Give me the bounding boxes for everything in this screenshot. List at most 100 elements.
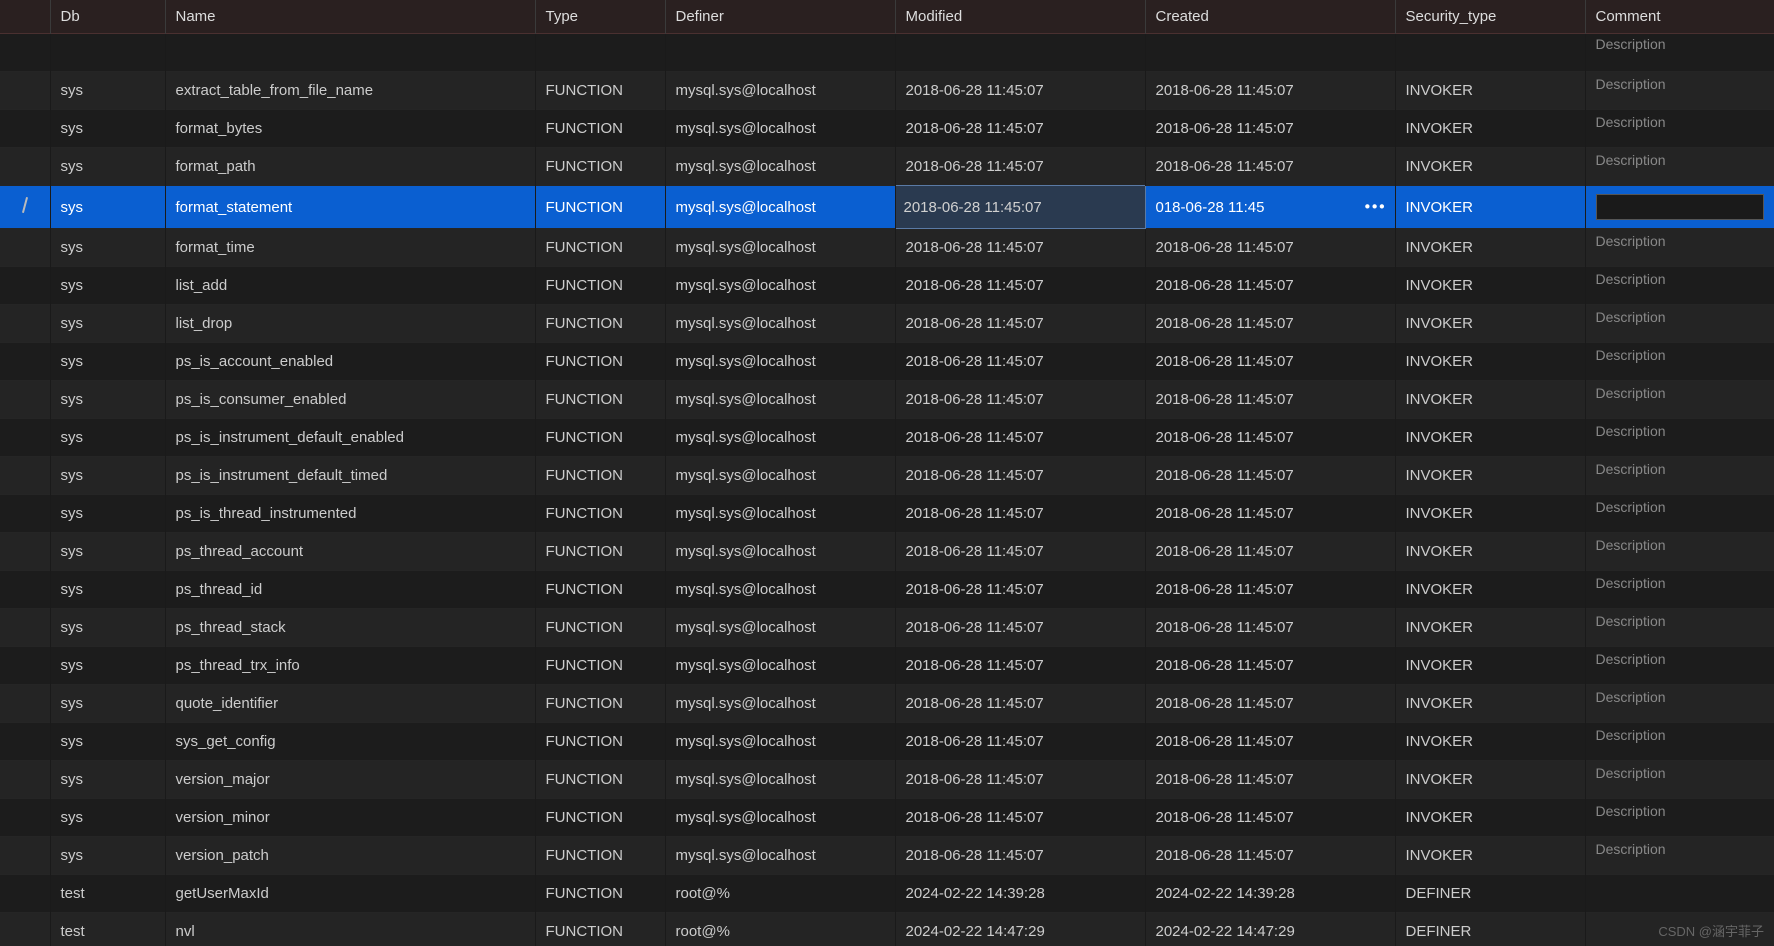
cell-db[interactable]: sys (50, 837, 165, 875)
row-gutter[interactable] (0, 685, 50, 723)
cell-created[interactable]: 2018-06-28 11:45:07 (1145, 761, 1395, 799)
cell-db[interactable]: sys (50, 761, 165, 799)
cell-security-type[interactable]: INVOKER (1395, 267, 1585, 305)
cell-name[interactable]: format_bytes (165, 110, 535, 148)
cell-db[interactable]: sys (50, 148, 165, 186)
cell-name[interactable]: ps_is_consumer_enabled (165, 381, 535, 419)
cell-comment[interactable]: Description (1585, 229, 1774, 267)
row-gutter[interactable] (0, 343, 50, 381)
header-db[interactable]: Db (50, 0, 165, 34)
cell-db[interactable]: sys (50, 571, 165, 609)
cell-name[interactable]: list_drop (165, 305, 535, 343)
row-gutter[interactable] (0, 186, 50, 229)
cell-type[interactable]: FUNCTION (535, 837, 665, 875)
cell-created[interactable]: 2018-06-28 11:45:07 (1145, 609, 1395, 647)
cell-db[interactable]: sys (50, 685, 165, 723)
cell-modified[interactable]: 2018-06-28 11:45:07 (895, 72, 1145, 110)
table-row[interactable]: sysps_is_instrument_default_enabledFUNCT… (0, 419, 1774, 457)
cell-type[interactable]: FUNCTION (535, 533, 665, 571)
cell-definer[interactable]: mysql.sys@localhost (665, 685, 895, 723)
row-gutter[interactable] (0, 267, 50, 305)
cell-modified[interactable]: 2024-02-22 14:39:28 (895, 875, 1145, 913)
cell-name[interactable]: version_patch (165, 837, 535, 875)
cell-db[interactable]: sys (50, 110, 165, 148)
cell-definer[interactable]: mysql.sys@localhost (665, 148, 895, 186)
cell-definer[interactable]: mysql.sys@localhost (665, 72, 895, 110)
cell-modified[interactable]: 2018-06-28 11:45:07 (895, 533, 1145, 571)
cell-type[interactable]: FUNCTION (535, 267, 665, 305)
header-comment[interactable]: Comment (1585, 0, 1774, 34)
table-row[interactable]: syslist_dropFUNCTIONmysql.sys@localhost2… (0, 305, 1774, 343)
cell-type[interactable]: FUNCTION (535, 148, 665, 186)
cell-definer[interactable]: mysql.sys@localhost (665, 647, 895, 685)
cell-name[interactable]: version_major (165, 761, 535, 799)
cell-db[interactable]: sys (50, 723, 165, 761)
cell-type[interactable]: FUNCTION (535, 186, 665, 229)
cell-db[interactable]: sys (50, 495, 165, 533)
cell-type[interactable]: FUNCTION (535, 723, 665, 761)
cell-db[interactable]: test (50, 913, 165, 946)
row-gutter[interactable] (0, 837, 50, 875)
cell-type[interactable]: FUNCTION (535, 799, 665, 837)
cell-type[interactable]: FUNCTION (535, 110, 665, 148)
cell-created[interactable] (1145, 34, 1395, 72)
row-gutter[interactable] (0, 381, 50, 419)
table-row[interactable]: sysps_is_thread_instrumentedFUNCTIONmysq… (0, 495, 1774, 533)
table-row[interactable]: sysquote_identifierFUNCTIONmysql.sys@loc… (0, 685, 1774, 723)
cell-security-type[interactable] (1395, 34, 1585, 72)
cell-definer[interactable]: mysql.sys@localhost (665, 457, 895, 495)
cell-db[interactable]: sys (50, 229, 165, 267)
cell-created[interactable]: 2018-06-28 11:45:07 (1145, 647, 1395, 685)
cell-name[interactable]: ps_is_instrument_default_timed (165, 457, 535, 495)
cell-type[interactable]: FUNCTION (535, 305, 665, 343)
table-row[interactable]: testnvlFUNCTIONroot@%2024-02-22 14:47:29… (0, 913, 1774, 946)
cell-type[interactable]: FUNCTION (535, 229, 665, 267)
row-gutter[interactable] (0, 305, 50, 343)
cell-db[interactable]: sys (50, 419, 165, 457)
cell-comment[interactable]: Description (1585, 571, 1774, 609)
row-gutter[interactable] (0, 875, 50, 913)
cell-comment[interactable]: Description (1585, 609, 1774, 647)
cell-definer[interactable]: mysql.sys@localhost (665, 609, 895, 647)
cell-comment[interactable] (1585, 875, 1774, 913)
row-gutter[interactable] (0, 72, 50, 110)
table-row[interactable]: sysversion_patchFUNCTIONmysql.sys@localh… (0, 837, 1774, 875)
cell-modified[interactable] (895, 34, 1145, 72)
cell-created[interactable]: 018-06-28 11:45••• (1145, 186, 1395, 229)
cell-name[interactable]: ps_thread_stack (165, 609, 535, 647)
cell-comment[interactable]: Description (1585, 533, 1774, 571)
cell-security-type[interactable]: INVOKER (1395, 186, 1585, 229)
cell-security-type[interactable]: INVOKER (1395, 72, 1585, 110)
cell-name[interactable]: ps_is_instrument_default_enabled (165, 419, 535, 457)
cell-modified[interactable]: 2018-06-28 11:45:07 (895, 647, 1145, 685)
cell-created[interactable]: 2018-06-28 11:45:07 (1145, 343, 1395, 381)
cell-modified[interactable]: 2018-06-28 11:45:07 (895, 495, 1145, 533)
cell-type[interactable]: FUNCTION (535, 419, 665, 457)
cell-security-type[interactable]: INVOKER (1395, 533, 1585, 571)
cell-name[interactable]: ps_is_account_enabled (165, 343, 535, 381)
cell-name[interactable]: format_time (165, 229, 535, 267)
cell-type[interactable]: FUNCTION (535, 495, 665, 533)
cell-type[interactable]: FUNCTION (535, 381, 665, 419)
cell-created[interactable]: 2024-02-22 14:39:28 (1145, 875, 1395, 913)
table-row[interactable]: syslist_addFUNCTIONmysql.sys@localhost20… (0, 267, 1774, 305)
cell-security-type[interactable]: INVOKER (1395, 110, 1585, 148)
cell-created[interactable]: 2018-06-28 11:45:07 (1145, 72, 1395, 110)
row-gutter[interactable] (0, 761, 50, 799)
cell-definer[interactable]: mysql.sys@localhost (665, 723, 895, 761)
cell-modified[interactable]: 2018-06-28 11:45:07 (895, 571, 1145, 609)
cell-db[interactable]: sys (50, 381, 165, 419)
cell-definer[interactable]: mysql.sys@localhost (665, 571, 895, 609)
cell-created[interactable]: 2018-06-28 11:45:07 (1145, 148, 1395, 186)
cell-modified[interactable]: 2018-06-28 11:45:07 (895, 799, 1145, 837)
cell-created[interactable]: 2018-06-28 11:45:07 (1145, 457, 1395, 495)
cell-db[interactable]: sys (50, 343, 165, 381)
cell-created[interactable]: 2018-06-28 11:45:07 (1145, 381, 1395, 419)
row-gutter[interactable] (0, 34, 50, 72)
cell-modified[interactable]: 2018-06-28 11:45:07 (895, 685, 1145, 723)
cell-security-type[interactable]: INVOKER (1395, 571, 1585, 609)
cell-security-type[interactable]: INVOKER (1395, 381, 1585, 419)
cell-db[interactable]: sys (50, 267, 165, 305)
row-gutter[interactable] (0, 799, 50, 837)
header-definer[interactable]: Definer (665, 0, 895, 34)
